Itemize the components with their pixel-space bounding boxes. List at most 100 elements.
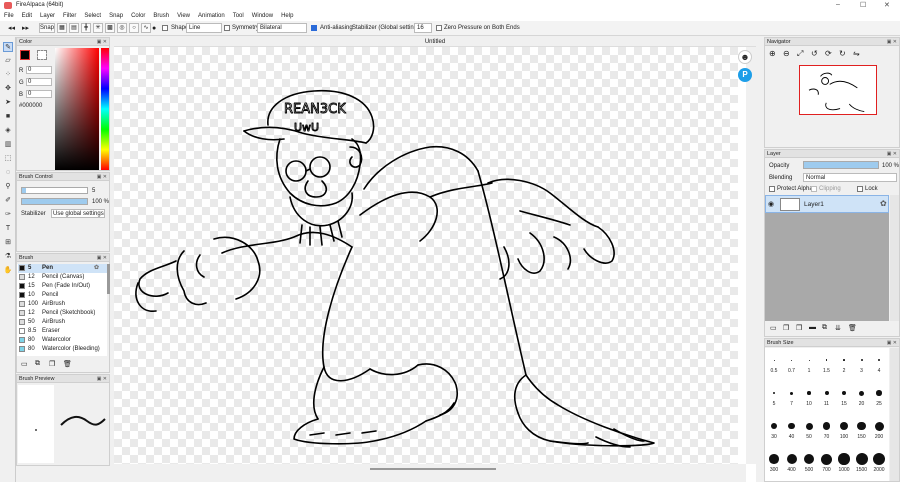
brush-size-label[interactable]: 400: [784, 467, 800, 473]
brush-size-dot[interactable]: [841, 390, 847, 396]
menu-file[interactable]: File: [4, 13, 14, 19]
select-pen-tool-icon[interactable]: ✐: [3, 196, 13, 206]
hand-tool-icon[interactable]: ✋: [3, 266, 13, 276]
brush-size-dot[interactable]: [769, 454, 779, 464]
document-tab[interactable]: Untitled: [114, 37, 756, 47]
primary-color-swatch[interactable]: [20, 50, 30, 60]
delete-brush-icon[interactable]: 🗑: [63, 360, 72, 368]
brush-size-dot[interactable]: [860, 359, 863, 361]
rotate-right-icon[interactable]: ↻: [839, 49, 846, 58]
close-button[interactable]: ✕: [884, 1, 890, 9]
select-eraser-tool-icon[interactable]: ✑: [3, 210, 13, 220]
protect-alpha-checkbox[interactable]: [769, 186, 775, 192]
move-tool-icon[interactable]: ✥: [3, 84, 13, 94]
brush-size-label[interactable]: 5: [766, 401, 782, 407]
eyedropper-tool-icon[interactable]: ⚗: [3, 252, 13, 262]
brush-size-dot[interactable]: [872, 452, 886, 466]
brush-size-label[interactable]: 500: [801, 467, 817, 473]
brush-size-dot[interactable]: [876, 390, 882, 396]
b-input[interactable]: 0: [26, 90, 52, 98]
brush-size-label[interactable]: 25: [871, 401, 887, 407]
brush-size-dot[interactable]: [840, 422, 848, 430]
layer-list-scrollbar[interactable]: [890, 195, 899, 321]
brush-size-label[interactable]: 1.5: [819, 368, 835, 374]
rotate-left-icon[interactable]: ↺: [811, 49, 818, 58]
brush-size-dot[interactable]: [803, 453, 815, 465]
minimize-button[interactable]: –: [836, 1, 840, 8]
snap-cross-icon[interactable]: ╋: [81, 23, 91, 33]
menu-snap[interactable]: Snap: [109, 13, 123, 19]
r-input[interactable]: 0: [26, 66, 52, 74]
brush-size-dot[interactable]: [821, 453, 832, 465]
brush-item[interactable]: 100 AirBrush: [18, 300, 110, 309]
brush-settings-icon[interactable]: ✿: [94, 264, 99, 273]
merge-layer-icon[interactable]: ⇊: [835, 324, 841, 332]
new-1bit-layer-icon[interactable]: ❒: [796, 324, 802, 332]
menu-edit[interactable]: Edit: [22, 13, 32, 19]
snap-button[interactable]: Snap: [39, 23, 55, 33]
reset-rotation-icon[interactable]: ⟳: [825, 49, 832, 58]
visibility-eye-icon[interactable]: ◉: [768, 200, 774, 208]
brush-size-label[interactable]: 2000: [871, 467, 887, 473]
menu-animation[interactable]: Animation: [198, 13, 225, 19]
layer-opacity-value[interactable]: 100 %: [882, 163, 899, 169]
brush-size-dot[interactable]: [874, 421, 884, 431]
eraser-tool-icon[interactable]: ▱: [3, 56, 13, 66]
snap-vanish-icon[interactable]: ✳: [93, 23, 103, 33]
brush-size-dot[interactable]: [791, 359, 792, 361]
menu-tool[interactable]: Tool: [233, 13, 244, 19]
brush-size-label[interactable]: 15: [836, 401, 852, 407]
brush-item[interactable]: 12 Pencil (Sketchbook): [18, 309, 110, 318]
vertical-scrollbar[interactable]: [746, 47, 756, 464]
panel-menu-icon[interactable]: ▣ ✕: [97, 173, 107, 181]
brush-opacity-value[interactable]: 100 %: [92, 199, 109, 205]
brush-size-dot[interactable]: [825, 359, 828, 361]
brush-size-label[interactable]: 40: [784, 434, 800, 440]
menu-filter[interactable]: Filter: [63, 13, 76, 19]
snap-grid-icon[interactable]: ▩: [105, 23, 115, 33]
layer-settings-icon[interactable]: ✿: [880, 199, 887, 208]
next-frame-icon[interactable]: ▸▸: [22, 24, 29, 33]
brush-size-slider[interactable]: [21, 187, 88, 194]
brush-size-value[interactable]: 5: [92, 188, 95, 194]
transparent-color-swatch[interactable]: [37, 50, 47, 60]
shape-checkbox[interactable]: [162, 25, 168, 31]
bucket-tool-icon[interactable]: ◈: [3, 126, 13, 136]
brush-size-label[interactable]: 11: [819, 401, 835, 407]
brush-size-label[interactable]: 2: [836, 368, 852, 374]
brush-size-dot[interactable]: [786, 454, 797, 464]
canvas[interactable]: REAN3CK UwU: [114, 47, 738, 464]
fill-tool-icon[interactable]: ■: [3, 112, 13, 122]
brush-item[interactable]: 80 Watercolor (Bleeding): [18, 345, 110, 354]
brush-size-dot[interactable]: [790, 391, 793, 395]
brush-size-label[interactable]: 0.7: [784, 368, 800, 374]
layer-row[interactable]: ◉ Layer1 ✿: [765, 195, 889, 213]
brush-item[interactable]: 10 Pencil: [18, 291, 110, 300]
mascot-icon[interactable]: ☻: [738, 50, 752, 64]
text-tool-icon[interactable]: T: [3, 224, 13, 234]
brush-item[interactable]: 15 Pen (Fade In/Out): [18, 282, 110, 291]
zero-pressure-checkbox[interactable]: [436, 25, 442, 31]
cloud-share-icon[interactable]: P: [738, 68, 752, 82]
brush-size-dot[interactable]: [859, 390, 864, 396]
panel-menu-icon[interactable]: ▣ ✕: [97, 254, 107, 262]
horizontal-scrollbar[interactable]: [114, 464, 746, 482]
brush-size-label[interactable]: 100: [836, 434, 852, 440]
snap-curve-icon[interactable]: ∿: [141, 23, 151, 33]
hex-value[interactable]: #000000: [19, 103, 42, 109]
brush-size-label[interactable]: 30: [766, 434, 782, 440]
brush-size-dot[interactable]: [857, 421, 866, 431]
brush-size-dot[interactable]: [807, 391, 811, 395]
menu-color[interactable]: Color: [131, 13, 145, 19]
duplicate-layer-icon[interactable]: ⧉: [822, 324, 827, 332]
menu-brush[interactable]: Brush: [153, 13, 169, 19]
horizontal-scroll-thumb[interactable]: [370, 468, 496, 470]
magic-wand-tool-icon[interactable]: ⚲: [3, 182, 13, 192]
brush-opacity-slider[interactable]: [21, 198, 88, 205]
brush-size-dot[interactable]: [822, 422, 831, 430]
brush-size-dot[interactable]: [843, 359, 845, 361]
brush-size-dot[interactable]: [838, 453, 850, 465]
menu-select[interactable]: Select: [84, 13, 101, 19]
brush-size-dot[interactable]: [808, 359, 810, 361]
zoom-out-icon[interactable]: ⊖: [783, 49, 790, 58]
